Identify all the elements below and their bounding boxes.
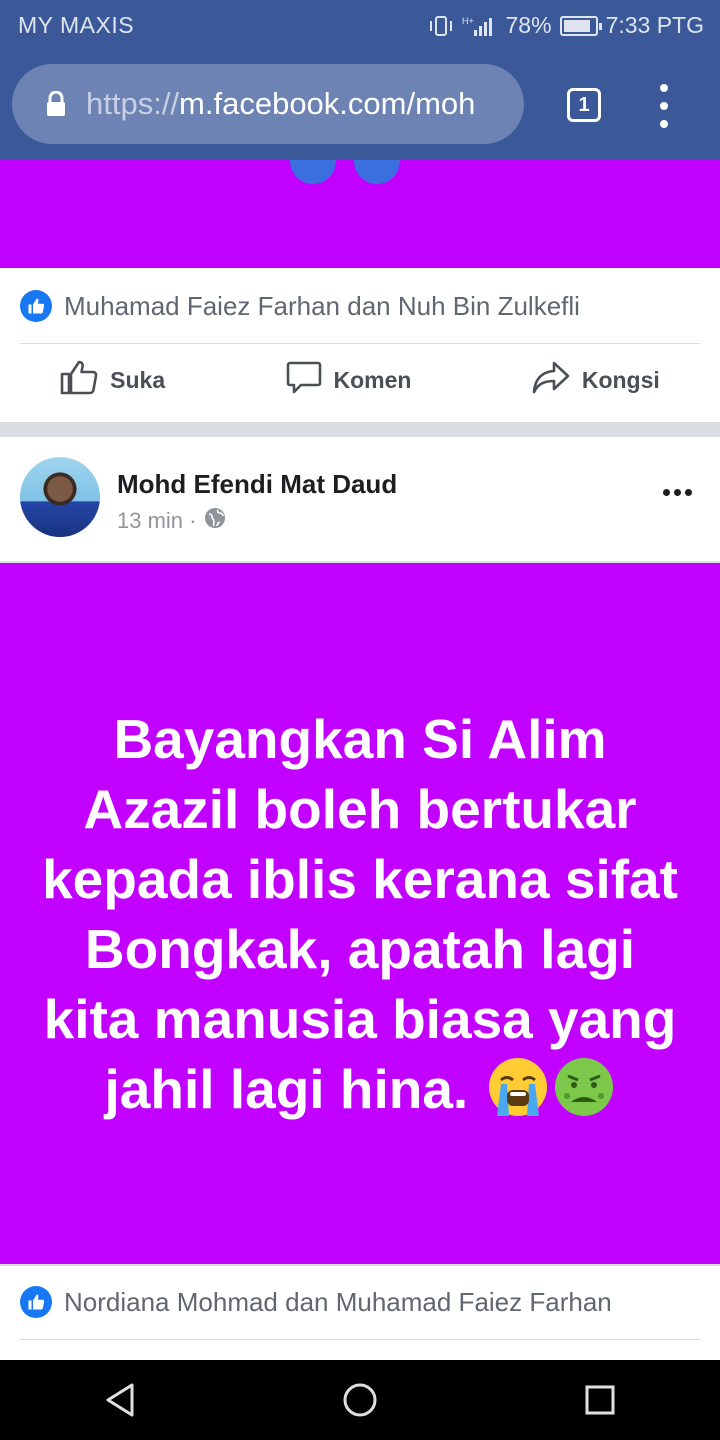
post-footer: Nordiana Mohmad dan Muhamad Faiez Farhan (0, 1266, 720, 1360)
signal-icon: H+ (462, 15, 498, 37)
reaction-summary[interactable]: Nordiana Mohmad dan Muhamad Faiez Farhan (20, 1286, 612, 1318)
divider (20, 343, 700, 344)
previous-post-image[interactable] (0, 160, 720, 268)
back-icon (106, 1383, 134, 1417)
comment-icon (286, 359, 322, 401)
system-navigation-bar (0, 1360, 720, 1440)
clock: 7:33 PTG (605, 12, 704, 38)
globe-icon (204, 507, 226, 535)
recents-icon (585, 1385, 615, 1415)
home-icon (343, 1383, 377, 1417)
url-scheme: https:// (86, 86, 180, 121)
address-bar[interactable]: https://m.facebook.com/moh (12, 64, 524, 144)
status-bar: MY MAXIS H+ 78% 7:33 PTG (0, 0, 720, 50)
more-options-button[interactable] (663, 489, 692, 496)
vibrate-icon (428, 15, 454, 37)
post-meta: 13 min · (117, 507, 226, 535)
tab-switcher-button[interactable]: 1 (567, 88, 601, 122)
browser-menu-button[interactable] (652, 84, 676, 128)
reaction-summary[interactable]: Muhamad Faiez Farhan dan Nuh Bin Zulkefl… (20, 290, 580, 322)
browser-top-bar: MY MAXIS H+ 78% 7:33 PTG https://m.faceb… (0, 0, 720, 160)
post-time[interactable]: 13 min · (117, 508, 196, 534)
reaction-names: Muhamad Faiez Farhan dan Nuh Bin Zulkefl… (64, 290, 580, 321)
back-button[interactable] (80, 1360, 160, 1440)
like-reaction-icon (20, 1286, 52, 1318)
carrier-label: MY MAXIS (18, 12, 135, 38)
status-indicators: H+ 78% 7:33 PTG (428, 12, 704, 39)
like-reaction-icon (20, 290, 52, 322)
divider (20, 1339, 700, 1340)
thumbs-up-icon (60, 359, 98, 401)
comment-label: Komen (333, 366, 412, 393)
home-button[interactable] (320, 1360, 400, 1440)
nauseated-face-icon (553, 1056, 615, 1118)
url-text: https://m.facebook.com/moh (86, 86, 475, 122)
like-label: Suka (110, 366, 166, 393)
share-label: Kongsi (581, 366, 660, 393)
post-actions: Suka Komen Kongsi (0, 358, 720, 402)
peek-circle (290, 160, 336, 184)
previous-post-footer: Muhamad Faiez Farhan dan Nuh Bin Zulkefl… (0, 268, 720, 422)
loudly-crying-face-icon (487, 1056, 549, 1118)
post-body[interactable]: Bayangkan Si Alim Azazil boleh bertukar … (0, 563, 720, 1264)
recents-button[interactable] (560, 1360, 640, 1440)
peek-circle (354, 160, 400, 184)
share-button[interactable]: Kongsi (532, 360, 660, 400)
post-text-block: Bayangkan Si Alim Azazil boleh bertukar … (40, 704, 680, 1124)
comment-button[interactable]: Komen (286, 359, 412, 401)
avatar[interactable] (20, 457, 100, 537)
svg-text:H+: H+ (462, 16, 474, 26)
lock-icon (26, 91, 86, 117)
post-header: Mohd Efendi Mat Daud 13 min · (0, 437, 720, 561)
share-icon (532, 360, 570, 400)
battery-icon (559, 15, 602, 36)
url-host: m.facebook.com/moh (179, 86, 476, 121)
reaction-names: Nordiana Mohmad dan Muhamad Faiez Farhan (64, 1286, 612, 1317)
author-name[interactable]: Mohd Efendi Mat Daud (117, 469, 397, 500)
battery-percent: 78% (505, 12, 552, 38)
like-button[interactable]: Suka (60, 359, 165, 401)
